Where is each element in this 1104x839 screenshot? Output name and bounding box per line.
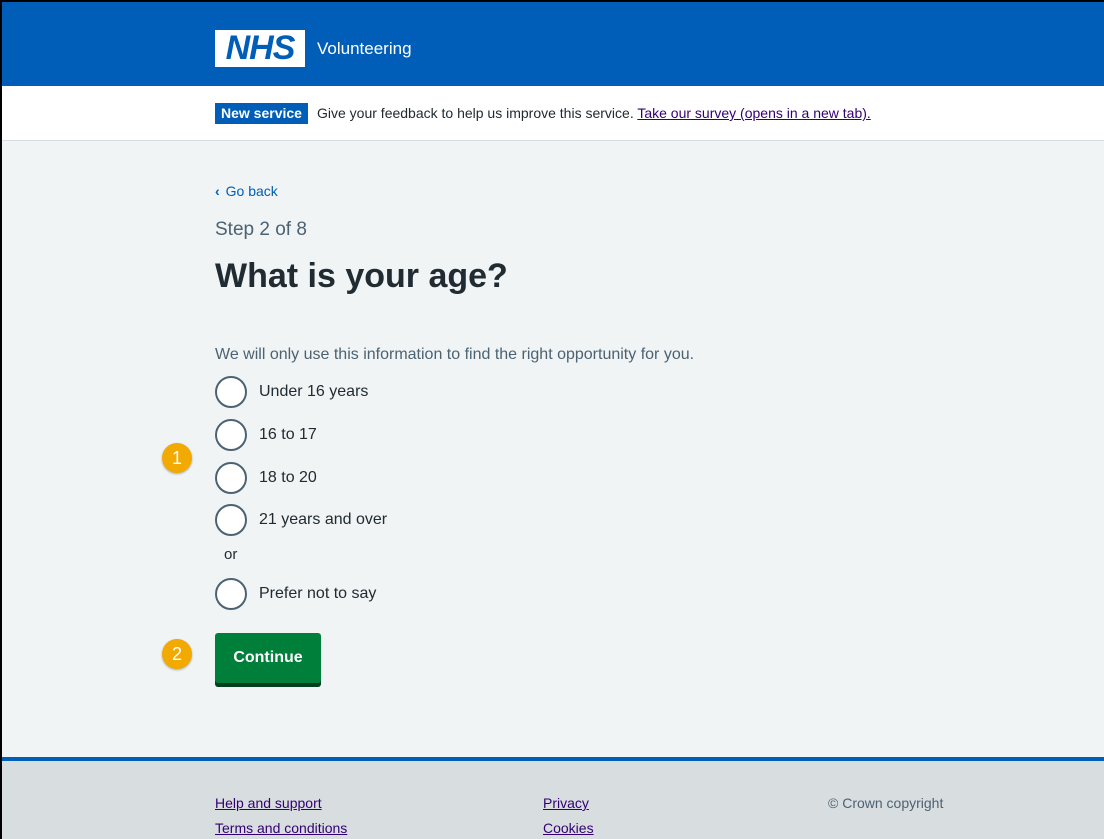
go-back-link[interactable]: ‹ Go back — [215, 182, 278, 200]
step-marker-2: 2 — [162, 639, 192, 669]
radio-21-and-over[interactable]: 21 years and over — [215, 502, 615, 538]
footer: Help and support Terms and conditions Pr… — [2, 757, 1104, 839]
radio-circle-icon[interactable] — [215, 419, 247, 451]
footer-link-cookies[interactable]: Cookies — [543, 820, 594, 836]
continue-button[interactable]: Continue — [215, 633, 321, 683]
radio-16-to-17[interactable]: 16 to 17 — [215, 417, 615, 453]
step-marker-1: 1 — [162, 443, 192, 473]
radio-label[interactable]: 18 to 20 — [259, 469, 317, 487]
service-name[interactable]: Volunteering — [317, 38, 412, 60]
phase-text: Give your feedback to help us improve th… — [317, 103, 871, 124]
radio-circle-icon[interactable] — [215, 376, 247, 408]
footer-link-help[interactable]: Help and support — [215, 795, 322, 811]
radio-under-16[interactable]: Under 16 years — [215, 374, 615, 410]
nhs-logo[interactable]: NHS — [215, 30, 305, 67]
radio-circle-icon[interactable] — [215, 578, 247, 610]
page-frame: NHS Volunteering New service Give your f… — [0, 0, 1104, 839]
radio-circle-icon[interactable] — [215, 504, 247, 536]
footer-link-privacy[interactable]: Privacy — [543, 795, 589, 811]
header: NHS Volunteering — [2, 2, 1104, 86]
radios-divider: or — [224, 546, 238, 563]
radio-label[interactable]: 21 years and over — [259, 511, 387, 529]
page-title: What is your age? — [215, 257, 508, 295]
go-back-label: Go back — [225, 183, 278, 199]
step-indicator: Step 2 of 8 — [215, 219, 307, 240]
phase-banner: New service Give your feedback to help u… — [2, 86, 1104, 141]
radio-label[interactable]: 16 to 17 — [259, 426, 317, 444]
radio-label[interactable]: Prefer not to say — [259, 585, 376, 603]
chevron-left-icon: ‹ — [215, 183, 220, 199]
hint-text: We will only use this information to fin… — [215, 346, 695, 363]
radio-label[interactable]: Under 16 years — [259, 383, 368, 401]
footer-link-terms[interactable]: Terms and conditions — [215, 820, 347, 836]
radio-18-to-20[interactable]: 18 to 20 — [215, 460, 615, 496]
phase-tag: New service — [215, 103, 308, 124]
radio-circle-icon[interactable] — [215, 462, 247, 494]
copyright-text: © Crown copyright — [828, 795, 944, 811]
phase-message: Give your feedback to help us improve th… — [317, 105, 634, 121]
radio-prefer-not-to-say[interactable]: Prefer not to say — [215, 576, 615, 612]
survey-link[interactable]: Take our survey (opens in a new tab). — [637, 105, 870, 121]
